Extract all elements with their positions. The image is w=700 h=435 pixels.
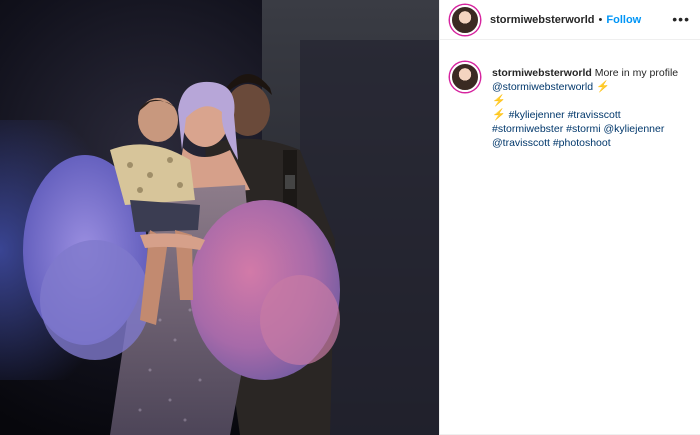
user-avatar[interactable] (450, 4, 480, 35)
ellipsis-icon[interactable]: ••• (672, 12, 690, 26)
hashtag-link[interactable]: #photoshoot (553, 137, 611, 149)
caption-username[interactable]: stormiwebsterworld (492, 67, 592, 79)
caption-avatar[interactable] (450, 62, 480, 92)
follow-button[interactable]: Follow (606, 14, 641, 26)
hashtag-link[interactable]: #stormi (566, 123, 600, 135)
photo-illustration (0, 0, 439, 435)
caption-mention[interactable]: @stormiwebsterworld (492, 81, 593, 93)
post-sidebar: stormiwebsterworld • Follow ••• stormiwe… (439, 0, 700, 435)
post-header: stormiwebsterworld • Follow ••• (440, 0, 700, 40)
hashtag-link[interactable]: #travisscott (568, 109, 621, 121)
caption-text: stormiwebsterworld More in my profile @s… (492, 66, 682, 150)
caption-area: stormiwebsterworld More in my profile @s… (440, 40, 700, 435)
lightning-icon: ⚡ (492, 109, 506, 121)
caption-body: More in my profile (594, 67, 679, 79)
lightning-icon: ⚡ (492, 95, 506, 107)
hashtag-link[interactable]: #stormiwebster (492, 123, 563, 135)
header-username[interactable]: stormiwebsterworld (490, 14, 595, 26)
hashtag-link[interactable]: #kyliejenner (509, 109, 565, 121)
mention-link[interactable]: @kyliejenner (603, 123, 664, 135)
mention-link[interactable]: @travisscott (492, 137, 550, 149)
post-photo[interactable] (0, 0, 439, 435)
instagram-post-embed: stormiwebsterworld • Follow ••• stormiwe… (0, 0, 700, 435)
lightning-icon: ⚡ (596, 81, 610, 93)
header-separator: • (598, 13, 603, 26)
